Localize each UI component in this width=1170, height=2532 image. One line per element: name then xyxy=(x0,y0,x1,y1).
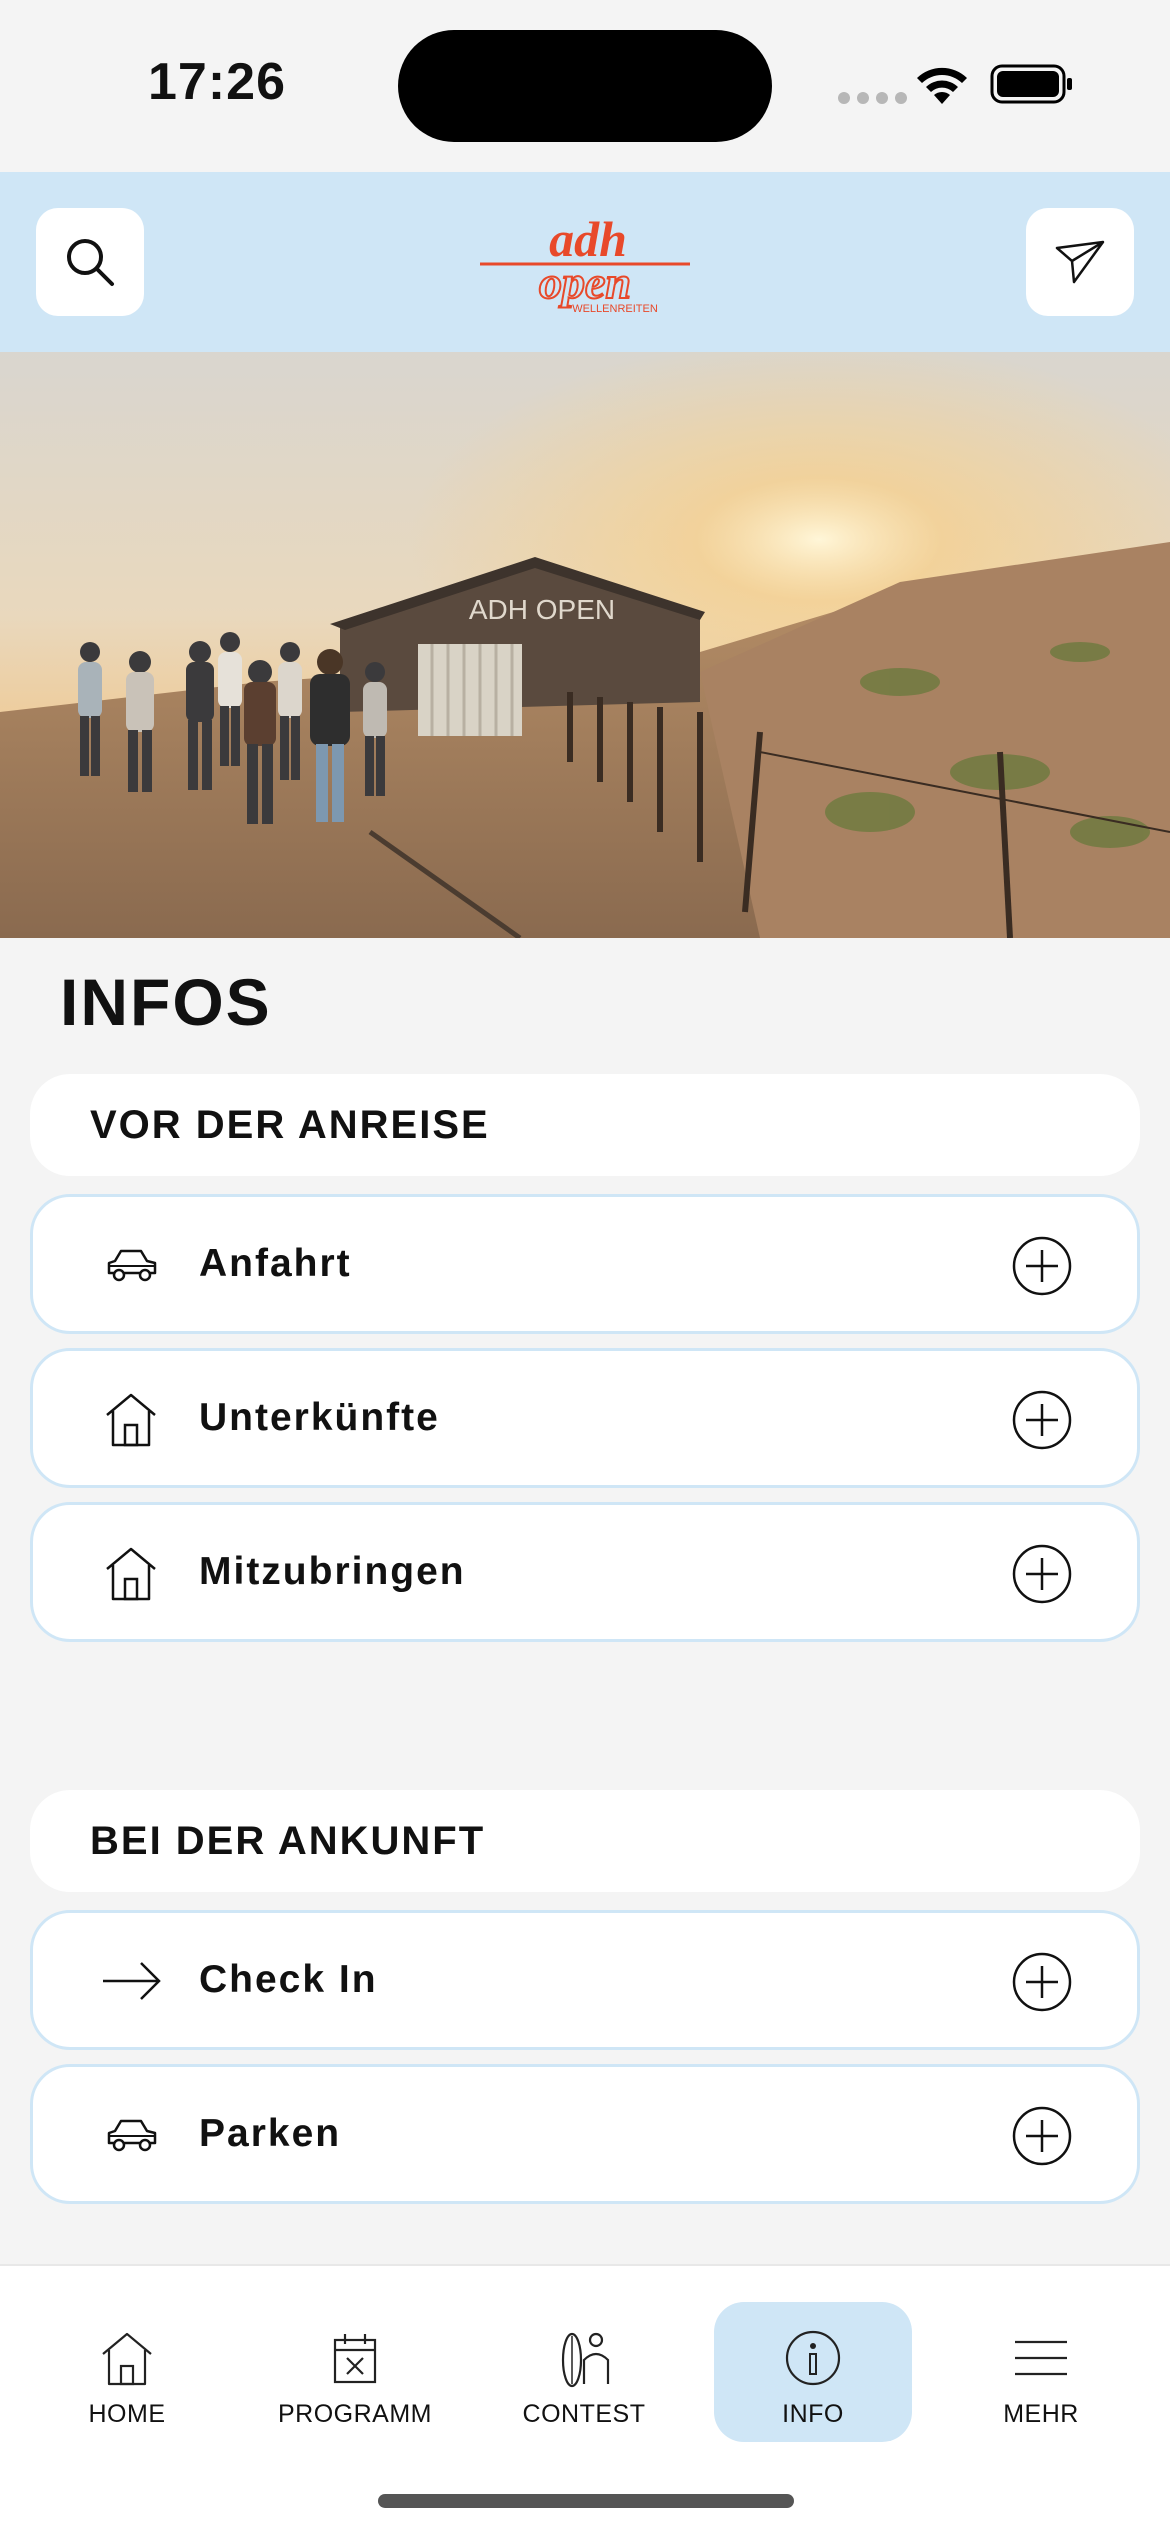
paper-plane-icon xyxy=(1055,240,1105,284)
nav-label: MEHR xyxy=(1003,2400,1079,2428)
car-icon xyxy=(107,1249,157,1282)
nav-label: CONTEST xyxy=(522,2400,646,2428)
info-icon xyxy=(785,2330,841,2386)
accordion-label: Unterkünfte xyxy=(199,1396,440,1439)
nav-item-mehr[interactable]: MEHR xyxy=(942,2302,1140,2442)
accordion-label: Check In xyxy=(199,1958,378,2001)
house-icon xyxy=(102,2332,152,2386)
wifi-icon xyxy=(917,67,967,104)
send-button[interactable] xyxy=(1026,208,1134,316)
plus-circle-icon[interactable] xyxy=(1011,1951,1073,2013)
section-header-bei-der-ankunft: BEI DER ANKUNFT xyxy=(30,1790,1140,1892)
accordion-label: Anfahrt xyxy=(199,1242,352,1285)
home-indicator[interactable] xyxy=(378,2494,794,2508)
nav-item-home[interactable]: HOME xyxy=(28,2302,226,2442)
nav-label: HOME xyxy=(88,2400,166,2428)
bottom-nav: HOME PROGRAMM CONTEST INFO MEHR xyxy=(0,2264,1170,2532)
svg-text:open: open xyxy=(539,257,631,308)
accordion-item-parken[interactable]: Parken xyxy=(30,2064,1140,2204)
accordion-item-check-in[interactable]: Check In xyxy=(30,1910,1140,2050)
plus-circle-icon[interactable] xyxy=(1011,2105,1073,2167)
house-icon xyxy=(106,1393,156,1447)
cellular-signal-icon xyxy=(838,92,907,104)
status-time: 17:26 xyxy=(148,53,286,111)
surfboard-person-icon xyxy=(561,2332,610,2388)
accordion-item-unterkuenfte[interactable]: Unterkünfte xyxy=(30,1348,1140,1488)
nav-label: INFO xyxy=(782,2400,844,2428)
app-header: adh open WELLENREITEN xyxy=(0,172,1170,352)
adh-open-logo[interactable]: adh open WELLENREITEN xyxy=(460,208,710,318)
svg-text:WELLENREITEN: WELLENREITEN xyxy=(572,303,658,315)
status-bar: 17:26 xyxy=(0,0,1170,172)
house-icon xyxy=(106,1547,156,1601)
section-header-vor-der-anreise: VOR DER ANREISE xyxy=(30,1074,1140,1176)
page-title: INFOS xyxy=(60,965,272,1039)
nav-item-programm[interactable]: PROGRAMM xyxy=(256,2302,454,2442)
accordion-item-anfahrt[interactable]: Anfahrt xyxy=(30,1194,1140,1334)
arrow-right-icon xyxy=(103,1962,161,2000)
nav-label: PROGRAMM xyxy=(278,2400,432,2428)
nav-item-contest[interactable]: CONTEST xyxy=(485,2302,683,2442)
battery-icon xyxy=(990,64,1072,104)
hut-sign: ADH OPEN xyxy=(469,594,615,625)
menu-icon xyxy=(1015,2340,1067,2376)
accordion-item-mitzubringen[interactable]: Mitzubringen xyxy=(30,1502,1140,1642)
search-icon xyxy=(67,239,114,286)
plus-circle-icon[interactable] xyxy=(1011,1389,1073,1451)
search-button[interactable] xyxy=(36,208,144,316)
plus-circle-icon[interactable] xyxy=(1011,1235,1073,1297)
nav-item-info[interactable]: INFO xyxy=(714,2302,912,2442)
calendar-icon xyxy=(333,2334,377,2384)
car-icon xyxy=(107,2119,157,2152)
dynamic-island xyxy=(398,30,772,142)
hero-image: ADH OPEN xyxy=(0,352,1170,938)
plus-circle-icon[interactable] xyxy=(1011,1543,1073,1605)
accordion-label: Mitzubringen xyxy=(199,1550,466,1593)
accordion-label: Parken xyxy=(199,2112,342,2155)
